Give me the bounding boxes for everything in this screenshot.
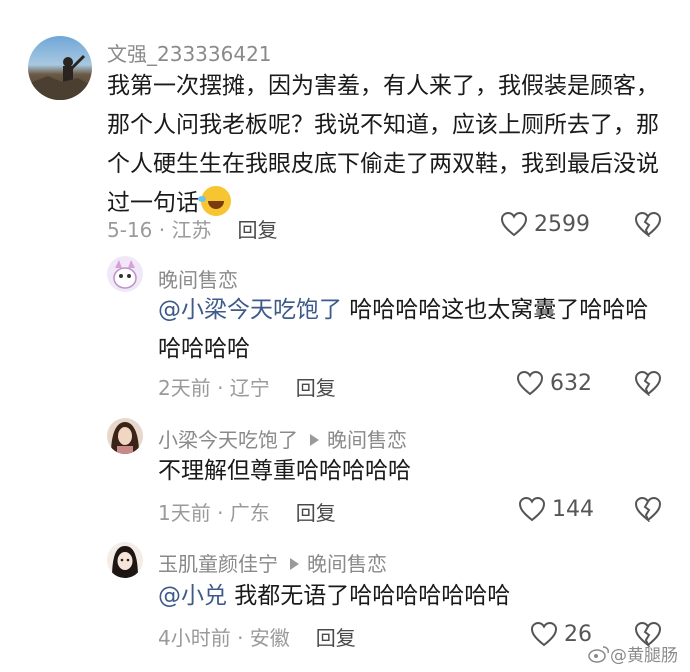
avatar[interactable]	[28, 36, 92, 100]
like-count: 2599	[534, 211, 590, 237]
reply-meta: 4小时前 · 安徽 回复	[158, 622, 356, 651]
like-button[interactable]: 144	[518, 496, 594, 522]
reply-text: 不理解但尊重哈哈哈哈哈	[158, 452, 658, 491]
reply-date-location: 1天前 · 广东	[158, 501, 270, 525]
watermark: @黄腿肠	[588, 641, 678, 666]
reply-button[interactable]: 回复	[296, 376, 336, 400]
avatar-character-icon	[113, 260, 137, 289]
avatar[interactable]	[107, 418, 143, 454]
reply-button[interactable]: 回复	[296, 501, 336, 525]
mention-link[interactable]: @小梁今天吃饱了	[158, 297, 342, 323]
dislike-button[interactable]	[634, 496, 662, 526]
heart-icon	[530, 621, 558, 647]
broken-heart-icon	[634, 211, 662, 239]
like-count: 144	[552, 496, 594, 522]
broken-heart-icon	[634, 370, 662, 398]
reply-username: 小梁今天吃饱了 晚间售恋	[158, 424, 407, 453]
reply-text-content: 我都无语了哈哈哈哈哈哈哈	[227, 583, 511, 609]
avatar-portrait-icon	[111, 422, 139, 454]
like-button[interactable]: 632	[516, 370, 592, 396]
reply-author[interactable]: 玉肌童颜佳宁	[158, 552, 278, 576]
reply-to-user[interactable]: 晚间售恋	[307, 552, 387, 576]
avatar[interactable]	[107, 542, 143, 578]
reply-meta: 2天前 · 辽宁 回复	[158, 372, 336, 401]
reply-meta: 1天前 · 广东 回复	[158, 497, 336, 526]
comment-text: 我第一次摆摊，因为害羞，有人来了，我假装是顾客，那个人问我老板呢？我说不知道，应…	[107, 67, 677, 223]
reply-username: 玉肌童颜佳宁 晚间售恋	[158, 548, 387, 577]
reply-arrow-icon	[290, 557, 299, 570]
broken-heart-icon	[634, 496, 662, 524]
like-button[interactable]: 26	[530, 621, 592, 647]
avatar-figure-icon	[28, 54, 92, 100]
reply-date-location: 4小时前 · 安徽	[158, 626, 290, 650]
rolling-on-floor-laughing-emoji	[198, 185, 231, 216]
reply-date-location: 2天前 · 辽宁	[158, 376, 270, 400]
dislike-button[interactable]	[634, 370, 662, 400]
dislike-button[interactable]	[634, 211, 662, 241]
comment-text-content: 我第一次摆摊，因为害羞，有人来了，我假装是顾客，那个人问我老板呢？我说不知道，应…	[107, 73, 659, 216]
heart-icon	[500, 211, 528, 237]
avatar[interactable]	[107, 256, 143, 292]
reply-text: @小兑 我都无语了哈哈哈哈哈哈哈	[158, 577, 658, 616]
comment-meta: 5-16 · 江苏 回复	[107, 214, 277, 243]
reply-to-user[interactable]: 晚间售恋	[327, 428, 407, 452]
heart-icon	[516, 370, 544, 396]
comment-date-location: 5-16 · 江苏	[107, 218, 212, 242]
weibo-logo-icon	[588, 645, 609, 663]
comment-username[interactable]: 文强_233336421	[107, 38, 272, 67]
reply-username[interactable]: 晚间售恋	[158, 264, 238, 293]
reply-text: @小梁今天吃饱了 哈哈哈哈这也太窝囊了哈哈哈哈哈哈哈	[158, 291, 658, 369]
mention-link[interactable]: @小兑	[158, 583, 227, 609]
reply-arrow-icon	[310, 433, 319, 446]
like-count: 632	[550, 370, 592, 396]
reply-button[interactable]: 回复	[237, 218, 277, 242]
like-button[interactable]: 2599	[500, 211, 590, 237]
watermark-text: @黄腿肠	[610, 646, 678, 666]
avatar-portrait-icon	[112, 546, 138, 578]
reply-text-content: 不理解但尊重哈哈哈哈哈	[158, 458, 411, 484]
heart-icon	[518, 496, 546, 522]
reply-button[interactable]: 回复	[316, 626, 356, 650]
reply-author[interactable]: 小梁今天吃饱了	[158, 428, 298, 452]
